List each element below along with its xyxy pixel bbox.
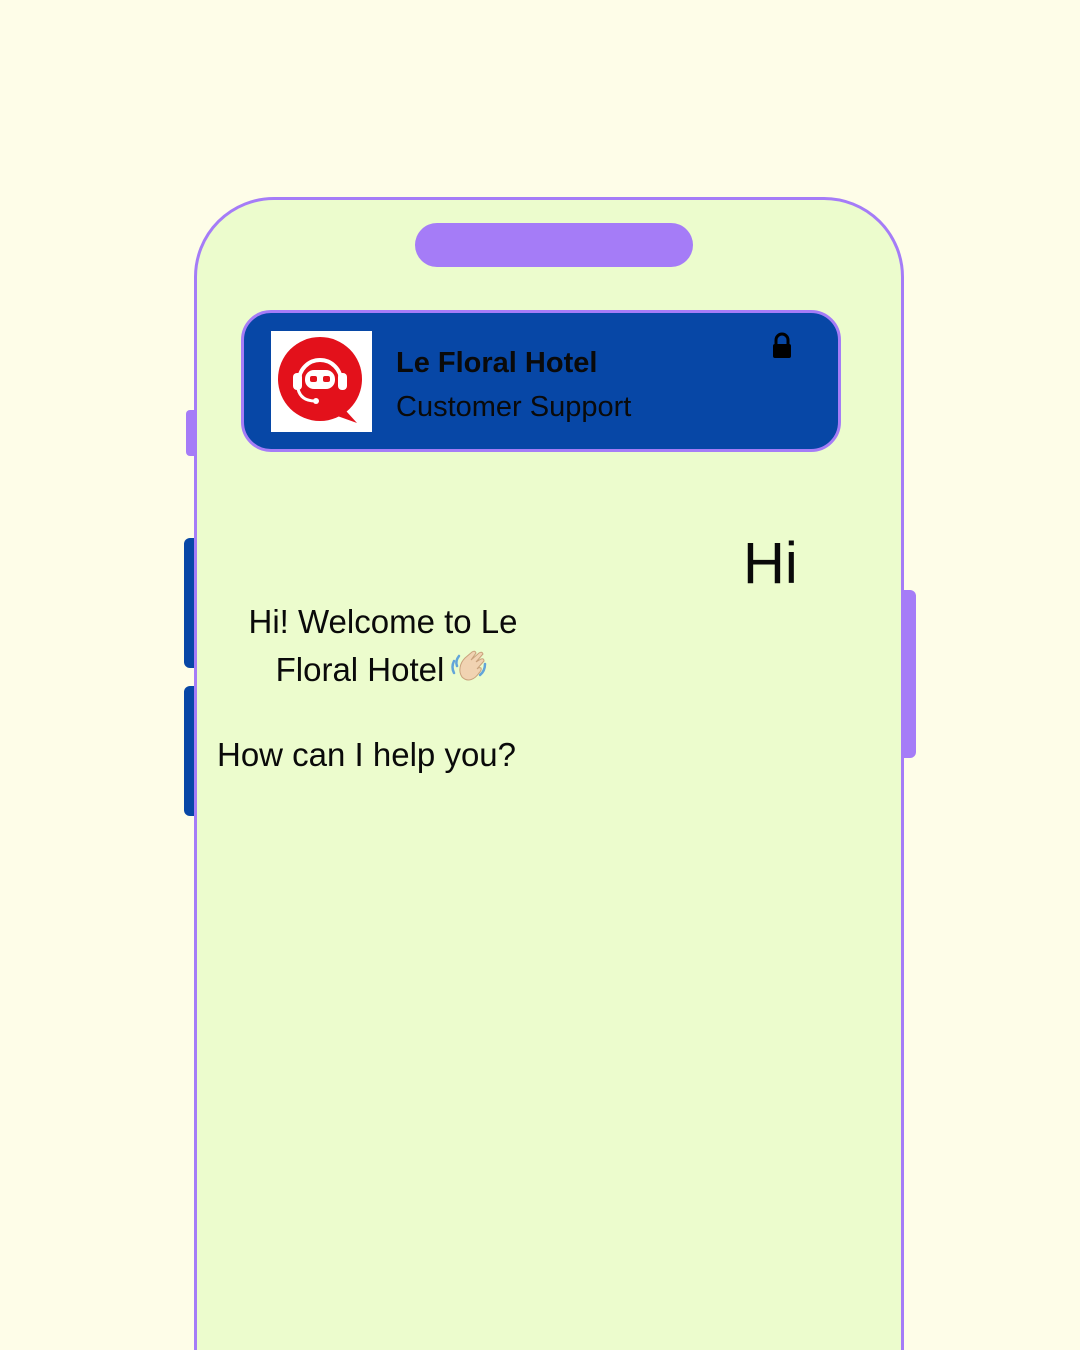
phone-notch	[415, 223, 693, 267]
chat-header[interactable]: Le Floral Hotel Customer Support	[241, 310, 841, 452]
chat-subtitle: Customer Support	[396, 391, 632, 423]
bot-question-message: How can I help you?	[217, 736, 517, 773]
lock-icon	[773, 332, 791, 358]
bot-greeting-line2: Floral Hotel	[275, 651, 445, 688]
waving-hand-icon	[451, 650, 487, 681]
bot-greeting-message: Hi! Welcome to Le Floral Hotel	[213, 598, 553, 694]
user-message: Hi	[743, 531, 798, 596]
page: Le Floral Hotel Customer Support Hi Hi! …	[0, 0, 1080, 1350]
phone-frame: Le Floral Hotel Customer Support Hi Hi! …	[194, 197, 904, 1350]
chat-title: Le Floral Hotel	[396, 347, 598, 379]
avatar	[271, 331, 372, 432]
bot-greeting-line1: Hi! Welcome to Le	[248, 603, 518, 640]
phone-side-button-power	[902, 590, 916, 758]
support-bot-icon	[278, 337, 362, 423]
